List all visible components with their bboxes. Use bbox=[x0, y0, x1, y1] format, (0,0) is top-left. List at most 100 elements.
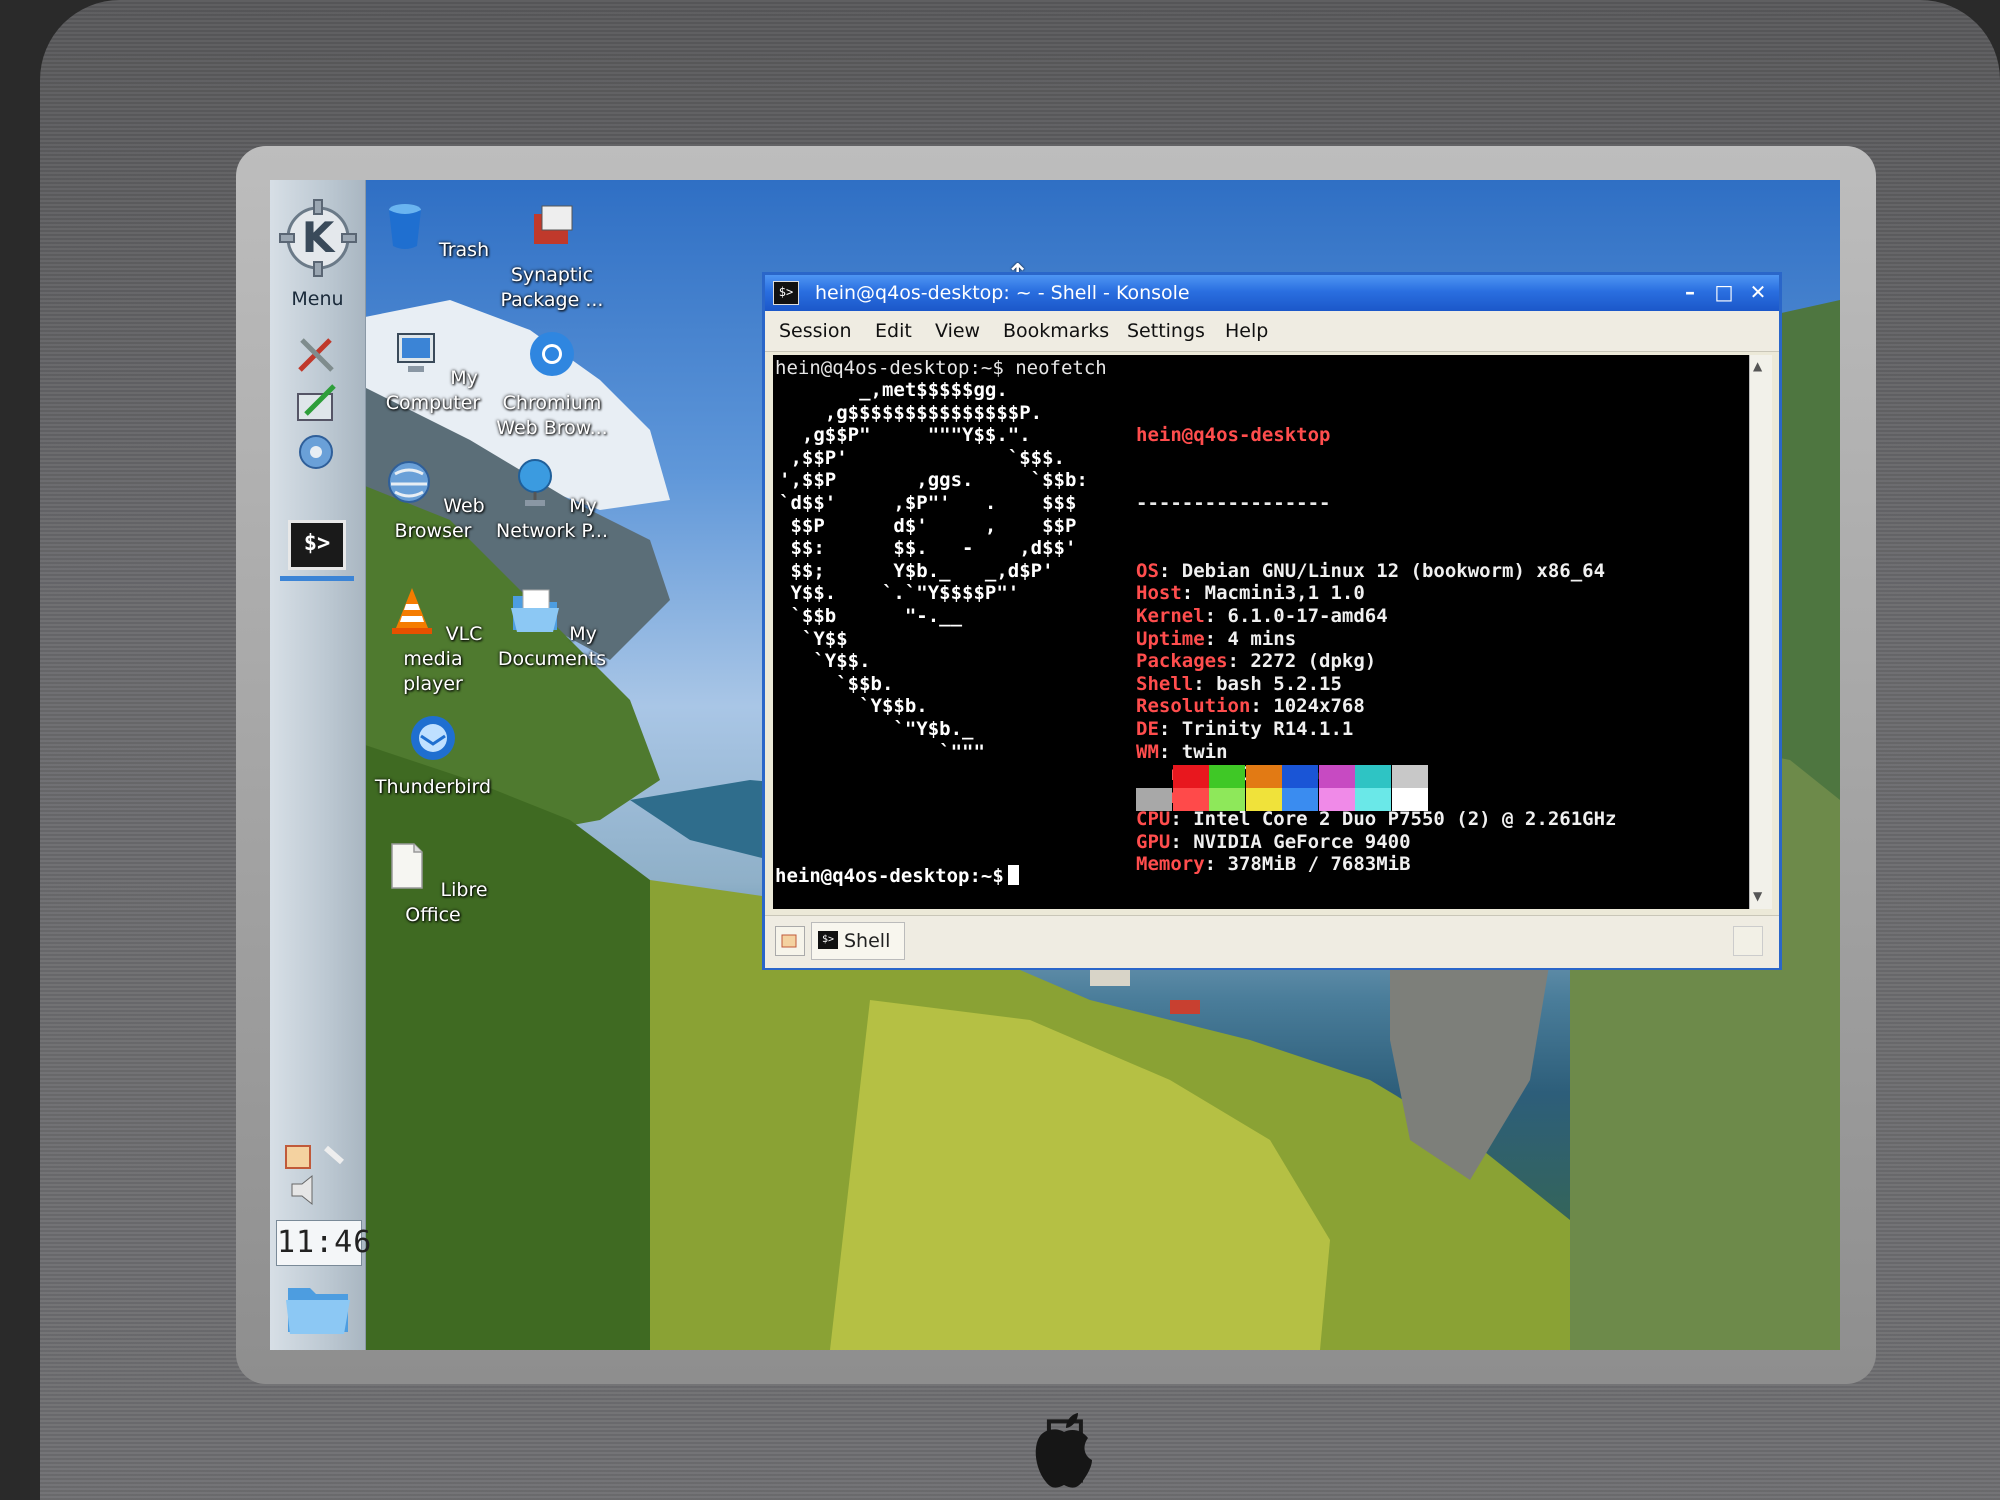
info-value: : Intel Core 2 Duo P7550 (2) @ 2.261GHz bbox=[1170, 808, 1617, 831]
ascii-art-line: Y$$. `.`"Y$$$$P"' bbox=[779, 582, 1020, 605]
ascii-art-line: `d$$' ,$P"' . $$$ bbox=[779, 491, 1077, 514]
network-icon bbox=[518, 459, 553, 506]
panel-clock[interactable]: 11:46 bbox=[276, 1220, 371, 1266]
info-value: : NVIDIA GeForce 9400 bbox=[1170, 830, 1411, 853]
menu-view[interactable]: View bbox=[935, 320, 980, 342]
maximize-button[interactable]: □ bbox=[1711, 280, 1737, 304]
desktop-icon-web-browser[interactable]: Web Browser bbox=[373, 456, 493, 544]
info-key: WM bbox=[1136, 740, 1159, 763]
k-menu-icon[interactable]: K bbox=[278, 198, 358, 278]
color-swatch bbox=[1209, 765, 1245, 788]
session-tab-bar: $> Shell bbox=[765, 915, 1779, 968]
info-value: : 6.1.0-17-amd64 bbox=[1204, 604, 1388, 627]
info-key: GPU bbox=[1136, 830, 1171, 853]
color-swatch bbox=[1282, 765, 1318, 788]
color-swatch bbox=[1391, 765, 1428, 788]
info-key: Kernel bbox=[1136, 604, 1205, 627]
ascii-art-line: $$: $$. - ,d$$' bbox=[779, 537, 1077, 560]
scroll-down-arrow-icon[interactable]: ▼ bbox=[1753, 889, 1762, 903]
info-key: OS bbox=[1136, 559, 1159, 582]
system-tray bbox=[285, 1145, 344, 1206]
computer-icon bbox=[397, 333, 436, 372]
menu-settings[interactable]: Settings bbox=[1127, 320, 1205, 342]
volume-icon bbox=[291, 1174, 313, 1206]
info-line: Resolution: 1024x768 bbox=[1136, 695, 1616, 718]
synaptic-package-icon bbox=[534, 205, 573, 244]
info-key: CPU bbox=[1136, 808, 1171, 831]
command-line: hein@q4os-desktop:~$ neofetch bbox=[775, 357, 1107, 379]
clipboard-icon bbox=[285, 1145, 311, 1169]
trash-icon bbox=[388, 204, 421, 249]
terminal-scrollbar[interactable]: ▲ ▼ bbox=[1749, 355, 1772, 909]
info-line: Memory: 378MiB / 7683MiB bbox=[1136, 853, 1616, 876]
desktop-icon-my-network[interactable]: My Network P... bbox=[492, 456, 612, 544]
desktop-icon-chromium[interactable]: Chromium Web Brow... bbox=[492, 328, 612, 441]
pen-icon bbox=[324, 1145, 344, 1165]
debian-ascii-logo: _,met$$$$$gg. ,g$$$$$$$$$$$$$$$P. ,g$$P"… bbox=[779, 379, 1088, 763]
info-value: : twin bbox=[1158, 740, 1228, 763]
info-value: : Debian GNU/Linux 12 (bookworm) x86_64 bbox=[1158, 559, 1606, 582]
menu-label[interactable]: Menu bbox=[270, 288, 365, 310]
color-swatch bbox=[1355, 765, 1391, 788]
ascii-art-line: ,g$$P" """Y$$.". bbox=[779, 424, 1031, 447]
desktop-icon-vlc[interactable]: VLC media player bbox=[373, 584, 493, 697]
new-session-button[interactable] bbox=[775, 926, 805, 956]
tab-shell[interactable]: $> Shell bbox=[811, 922, 905, 960]
folder-icon[interactable] bbox=[282, 1270, 354, 1340]
ascii-art-line: _,met$$$$$gg. bbox=[779, 379, 1008, 401]
close-button[interactable]: ✕ bbox=[1745, 280, 1771, 304]
info-key: Resolution bbox=[1136, 695, 1251, 718]
info-line: Kernel: 6.1.0-17-amd64 bbox=[1136, 605, 1616, 628]
desktop-icon-label: Synaptic Package ... bbox=[500, 264, 604, 311]
desktop-icon-trash[interactable]: Trash bbox=[373, 200, 493, 263]
desktop-icon-thunderbird[interactable]: Thunderbird bbox=[373, 712, 493, 800]
desktop-screen: K Menu $> 11:46 Trash Synaptic Package .… bbox=[270, 180, 1840, 1350]
menu-help[interactable]: Help bbox=[1225, 320, 1268, 342]
color-swatch bbox=[1282, 788, 1318, 811]
window-title: hein@q4os-desktop: ~ - Shell - Konsole bbox=[815, 282, 1190, 304]
ascii-art-line: $$P d$' , $$P bbox=[779, 514, 1077, 537]
terminal-area[interactable]: hein@q4os-desktop:~$ neofetch _,met$$$$$… bbox=[773, 355, 1749, 909]
ascii-art-line: ,g$$$$$$$$$$$$$$$P. bbox=[779, 401, 1043, 424]
chromium-icon bbox=[530, 332, 574, 376]
ascii-art-line: $$; Y$b._ _,d$P' bbox=[779, 559, 1054, 582]
info-key: DE bbox=[1136, 717, 1159, 740]
tools-icon[interactable] bbox=[292, 332, 340, 376]
desktop-icon-libre-office[interactable]: Libre Office bbox=[373, 840, 493, 928]
info-value: : Trinity R14.1.1 bbox=[1158, 717, 1354, 740]
close-session-button[interactable] bbox=[1733, 926, 1763, 956]
desktop-icon-my-computer[interactable]: My Computer bbox=[373, 328, 493, 416]
color-swatch bbox=[1136, 765, 1172, 788]
desktop-icon-synaptic[interactable]: Synaptic Package ... bbox=[492, 200, 612, 313]
info-key: Packages bbox=[1136, 650, 1228, 673]
konsole-task-button[interactable]: $> bbox=[288, 520, 346, 570]
web-browser-icon[interactable] bbox=[292, 430, 340, 474]
menu-edit[interactable]: Edit bbox=[875, 320, 912, 342]
ascii-art-line: `$$b. bbox=[779, 672, 894, 695]
color-swatch bbox=[1355, 788, 1391, 811]
konsole-icon[interactable]: $> bbox=[773, 281, 799, 305]
info-key: Uptime bbox=[1136, 627, 1205, 650]
info-line: GPU: NVIDIA GeForce 9400 bbox=[1136, 831, 1616, 854]
menu-session[interactable]: Session bbox=[779, 320, 852, 342]
info-value: : 4 mins bbox=[1204, 627, 1297, 650]
info-line: WM: twin bbox=[1136, 741, 1616, 764]
desktop-icon-my-documents[interactable]: My Documents bbox=[492, 584, 612, 672]
scroll-up-arrow-icon[interactable]: ▲ bbox=[1753, 359, 1762, 373]
menu-bookmarks[interactable]: Bookmarks bbox=[1003, 320, 1109, 342]
globe-icon bbox=[388, 461, 431, 503]
minimize-button[interactable]: – bbox=[1677, 280, 1703, 304]
info-line: Packages: 2272 (dpkg) bbox=[1136, 650, 1616, 673]
color-swatch bbox=[1172, 788, 1209, 811]
color-swatch bbox=[1391, 788, 1428, 811]
color-swatch bbox=[1318, 788, 1355, 811]
info-line: CPU: Intel Core 2 Duo P7550 (2) @ 2.261G… bbox=[1136, 808, 1616, 831]
system-info: hein@q4os-desktop ----------------- OS: … bbox=[1136, 379, 1616, 909]
window-titlebar[interactable]: $> hein@q4os-desktop: ~ - Shell - Konsol… bbox=[765, 275, 1779, 311]
ascii-art-line: `Y$$. bbox=[779, 650, 871, 673]
info-value: : Macmini3,1 1.0 bbox=[1181, 582, 1365, 605]
editor-icon[interactable] bbox=[292, 380, 340, 424]
color-swatch bbox=[1245, 788, 1282, 811]
color-swatch bbox=[1209, 788, 1245, 811]
info-line: Uptime: 4 mins bbox=[1136, 628, 1616, 651]
